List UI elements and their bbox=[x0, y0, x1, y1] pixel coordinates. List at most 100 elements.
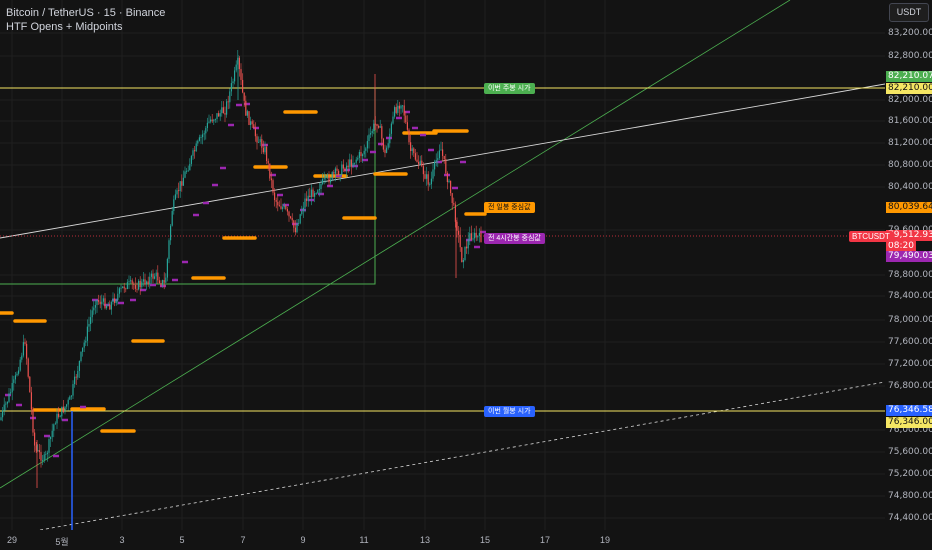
candle-body bbox=[448, 180, 450, 183]
lower-dashed-trendline bbox=[39, 381, 885, 530]
candle-body bbox=[114, 298, 116, 303]
candle-body bbox=[339, 174, 341, 176]
candle-body bbox=[5, 403, 7, 405]
candle-body bbox=[26, 343, 28, 359]
candle-body bbox=[149, 276, 151, 285]
candle-body bbox=[46, 452, 48, 454]
candle-body bbox=[387, 143, 389, 148]
time-axis[interactable]: 29 5월 3 5 7 9 11 13 15 17 19 bbox=[0, 530, 885, 550]
candle-body bbox=[416, 159, 418, 162]
candle-body bbox=[410, 142, 412, 152]
candle-body bbox=[264, 146, 266, 153]
candle-body bbox=[242, 79, 244, 93]
indicator-name[interactable]: HTF Opens + Midpoints bbox=[6, 20, 165, 34]
candle-body bbox=[179, 181, 181, 192]
candle-body bbox=[358, 152, 360, 158]
candle-body bbox=[136, 288, 138, 290]
candle-body bbox=[405, 115, 407, 123]
candle-body bbox=[45, 453, 47, 455]
candle-body bbox=[118, 288, 120, 294]
candle-body bbox=[206, 122, 208, 129]
price-tick-label: 75,200.00 bbox=[888, 469, 932, 479]
candle-body bbox=[307, 195, 309, 201]
candle-body bbox=[363, 150, 365, 155]
candle-body bbox=[168, 240, 170, 259]
candle-body bbox=[90, 317, 92, 324]
candle-body bbox=[470, 233, 472, 240]
candle-body bbox=[298, 223, 300, 225]
candle-body bbox=[328, 175, 330, 183]
candle-body bbox=[186, 170, 188, 172]
candle-body bbox=[464, 246, 466, 260]
candle-body bbox=[40, 452, 42, 461]
candle-body bbox=[208, 121, 210, 123]
candle-body bbox=[48, 439, 50, 453]
candle-body bbox=[354, 162, 356, 164]
candle-body bbox=[474, 232, 476, 239]
candle-body bbox=[99, 301, 101, 305]
candle-body bbox=[160, 283, 162, 285]
candle-body bbox=[406, 122, 408, 130]
candle-body bbox=[467, 239, 469, 249]
price-chart-canvas[interactable] bbox=[0, 0, 885, 530]
candle-body bbox=[258, 142, 260, 143]
candle-body bbox=[80, 351, 82, 361]
candle-body bbox=[8, 393, 10, 402]
monthly-open-tag: 이번 월봉 시가 bbox=[484, 406, 535, 417]
chart-legend: Bitcoin / TetherUS · 15 · Binance HTF Op… bbox=[6, 6, 165, 34]
candle-body bbox=[373, 123, 375, 131]
candle-body bbox=[442, 149, 444, 156]
candle-body bbox=[402, 105, 404, 107]
candle-body bbox=[222, 107, 224, 114]
candle-body bbox=[291, 217, 293, 221]
candle-body bbox=[189, 163, 191, 171]
candle-body bbox=[198, 137, 200, 141]
candle-body bbox=[269, 163, 271, 179]
candle-body bbox=[104, 298, 106, 309]
candle-body bbox=[446, 173, 448, 183]
candle-body bbox=[178, 190, 180, 192]
candle-body bbox=[386, 147, 388, 153]
candle-body bbox=[13, 379, 15, 383]
candle-body bbox=[338, 170, 340, 175]
candle-body bbox=[203, 133, 205, 135]
daily-mid-tag: 전 일봉 중심값 bbox=[484, 202, 535, 213]
candle-body bbox=[392, 116, 394, 124]
candle-body bbox=[253, 124, 255, 128]
currency-button[interactable]: USDT bbox=[889, 3, 929, 22]
candle-body bbox=[395, 107, 397, 113]
symbol-title[interactable]: Bitcoin / TetherUS · 15 · Binance bbox=[6, 6, 165, 20]
candle-body bbox=[107, 304, 109, 306]
candle-body bbox=[400, 105, 402, 109]
candle-body bbox=[14, 375, 16, 380]
candle-body bbox=[413, 148, 415, 154]
candle-body bbox=[50, 437, 52, 440]
candle-body bbox=[88, 323, 90, 327]
candle-body bbox=[306, 198, 308, 201]
candle-body bbox=[109, 304, 111, 310]
candle-body bbox=[101, 301, 103, 305]
candle-body bbox=[53, 424, 55, 431]
candle-body bbox=[478, 232, 480, 236]
candle-body bbox=[397, 105, 399, 113]
candle-body bbox=[43, 454, 45, 461]
candle-body bbox=[438, 150, 440, 159]
candle-body bbox=[56, 413, 58, 424]
weekly-open-step-line bbox=[0, 87, 885, 285]
candle-body bbox=[309, 195, 311, 198]
candle-body bbox=[91, 310, 93, 318]
price-tick-label: 74,400.00 bbox=[888, 513, 932, 523]
candle-body bbox=[456, 221, 458, 231]
candle-body bbox=[349, 159, 351, 168]
candle-body bbox=[93, 307, 95, 311]
candle-body bbox=[16, 373, 18, 376]
candle-body bbox=[275, 200, 277, 202]
candle-body bbox=[379, 126, 381, 128]
candle-body bbox=[366, 141, 368, 149]
candle-body bbox=[394, 107, 396, 117]
candle-body bbox=[299, 214, 301, 224]
price-tick-label: 80,800.00 bbox=[888, 160, 932, 170]
candle-body bbox=[82, 347, 84, 352]
candle-body bbox=[133, 283, 135, 285]
candle-body bbox=[158, 280, 160, 284]
